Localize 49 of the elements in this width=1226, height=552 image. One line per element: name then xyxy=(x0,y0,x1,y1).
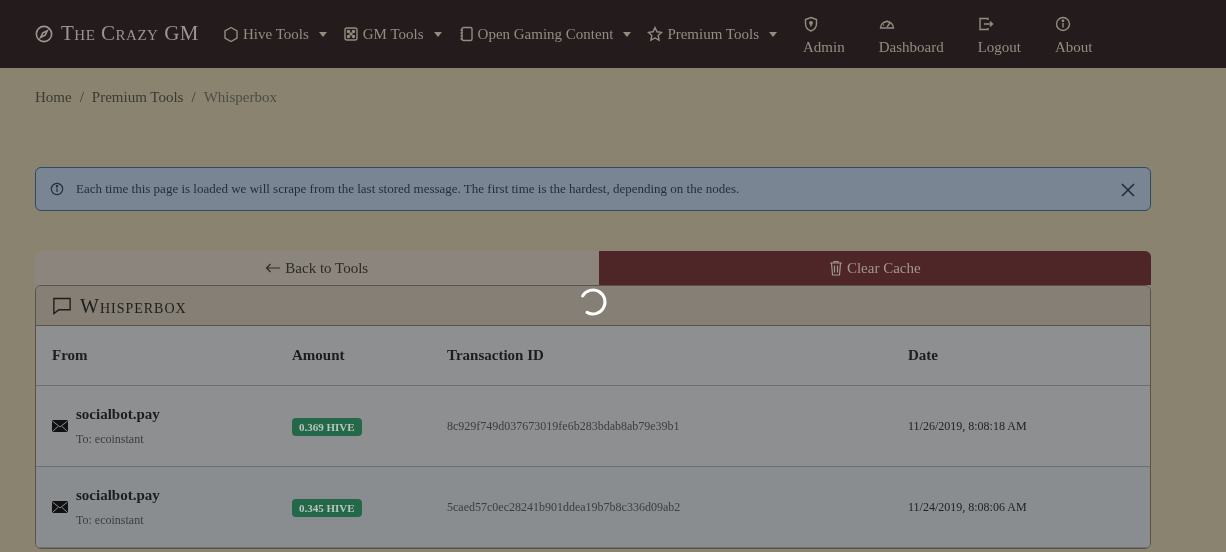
caret-icon xyxy=(318,31,327,37)
clear-cache-button[interactable]: Clear Cache xyxy=(598,250,1151,285)
hexagon-icon xyxy=(223,26,239,42)
nav-link[interactable]: Dashboard xyxy=(878,9,944,59)
card-title: Whisperbox xyxy=(80,293,187,318)
nav-link[interactable]: Premium Tools xyxy=(647,22,777,46)
recipient-text: To: ecoinstant xyxy=(76,511,145,529)
transaction-id: 5caed57c0ec28241b901ddea19b7b8c336d09ab2 xyxy=(431,466,892,547)
breadcrumb-separator: / xyxy=(191,88,196,107)
amount-badge: 0.345 HIVE xyxy=(292,498,362,517)
caret-icon xyxy=(623,31,632,37)
nav-link[interactable]: GM Tools xyxy=(342,22,442,46)
sender-name: socialbot.pay xyxy=(76,486,160,506)
breadcrumb-current: Whisperbox xyxy=(203,88,277,107)
alert-message: Each time this page is loaded we will scrape from the last stored message. The first time is the hardest, depending on the nodes. xyxy=(76,179,741,198)
exit-icon xyxy=(977,15,994,32)
envelope-icon xyxy=(52,419,68,432)
transaction-id: 8c929f749d037673019fe6b283bdab8ab79e39b1 xyxy=(431,385,892,466)
column-header: Transaction ID xyxy=(431,326,892,385)
trash-icon xyxy=(828,259,843,276)
sender-name: socialbot.pay xyxy=(76,405,160,425)
nav-link[interactable]: Open Gaming Content xyxy=(457,22,632,46)
column-header: Date xyxy=(892,326,1150,385)
info-icon xyxy=(50,181,64,196)
column-header: Amount xyxy=(276,326,431,385)
nav-link[interactable]: Logout xyxy=(977,9,1021,59)
info-icon xyxy=(1055,15,1071,32)
speech-bubble-icon xyxy=(52,295,72,316)
nav-link[interactable]: About xyxy=(1055,9,1093,59)
recipient-text: To: ecoinstant xyxy=(76,430,145,448)
dice-icon xyxy=(342,26,359,42)
brand-name[interactable]: The Crazy GM xyxy=(61,18,199,50)
breadcrumb-link[interactable]: Premium Tools xyxy=(91,86,184,109)
compass-icon xyxy=(35,25,53,43)
shield-icon xyxy=(803,15,819,32)
caret-icon xyxy=(769,31,777,37)
breadcrumb-separator: / xyxy=(79,88,84,107)
date-cell: 11/24/2019, 8:08:06 AM xyxy=(892,466,1150,547)
amount-badge: 0.369 HIVE xyxy=(292,417,362,436)
breadcrumb-link[interactable]: Home xyxy=(35,86,72,109)
left-arrow-icon xyxy=(265,261,282,274)
nav-link[interactable]: Admin xyxy=(803,9,845,59)
column-header: From xyxy=(36,326,276,385)
back-button[interactable]: Back to Tools xyxy=(35,250,599,285)
caret-icon xyxy=(433,31,442,37)
star-icon xyxy=(647,26,664,42)
nav-link[interactable]: Hive Tools xyxy=(223,22,327,46)
date-cell: 11/26/2019, 8:08:18 AM xyxy=(892,385,1150,466)
envelope-icon xyxy=(52,500,68,513)
